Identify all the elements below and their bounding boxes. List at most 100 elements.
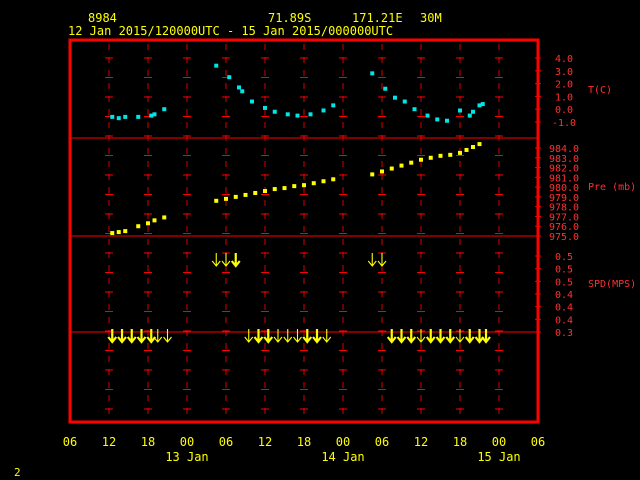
pressure-point <box>136 224 141 229</box>
pressure-point <box>110 231 115 236</box>
y-tick-label: 0.4 <box>555 315 573 326</box>
wind-axis-label: SPD(MPS) <box>588 279 636 290</box>
wind-arrow <box>481 329 491 344</box>
pressure-point <box>214 198 219 203</box>
pressure-point <box>292 184 297 189</box>
wind-arrow <box>244 329 254 343</box>
temperature-point <box>480 102 485 107</box>
time-tick-label: 06 <box>375 435 389 449</box>
temperature-point <box>227 75 232 80</box>
temperature-point <box>370 71 375 76</box>
temperature-point <box>272 109 277 114</box>
temperature-point <box>240 89 245 94</box>
pressure-point <box>389 166 394 171</box>
time-tick-label: 12 <box>102 435 116 449</box>
time-tick-label: 00 <box>492 435 506 449</box>
wind-arrow <box>283 329 293 343</box>
pressure-point <box>263 189 267 194</box>
pressure-point <box>233 194 238 199</box>
temperature-point <box>331 103 336 108</box>
pressure-point <box>448 152 453 157</box>
pressure-point <box>331 177 336 182</box>
time-tick-label: 12 <box>258 435 272 449</box>
time-tick-label: 06 <box>219 435 233 449</box>
y-tick-label: 0.0 <box>555 105 573 116</box>
grid-layer <box>70 44 541 418</box>
temperature-point <box>471 109 475 114</box>
temperature-point <box>237 85 241 90</box>
date-label: 13 Jan <box>165 450 208 464</box>
pressure-point <box>272 187 277 192</box>
latitude: 71.89S <box>268 11 311 25</box>
temperature-point <box>295 113 300 118</box>
longitude: 171.21E <box>352 11 403 25</box>
time-tick-label: 18 <box>453 435 467 449</box>
temperature-point <box>152 112 157 117</box>
wind-arrow <box>377 253 387 267</box>
y-tick-label: 3.0 <box>555 67 573 78</box>
pressure-point <box>224 196 228 201</box>
plot-canvas: 8984 71.89S 171.21E 30M 12 Jan 2015/1200… <box>14 11 636 479</box>
wind-arrow <box>367 253 377 267</box>
temperature-point <box>263 105 267 110</box>
date-label: 15 Jan <box>477 450 520 464</box>
wind-arrow <box>435 329 446 344</box>
y-tick-label: 2.0 <box>555 80 573 91</box>
wind-arrow <box>425 329 436 344</box>
time-tick-label: 00 <box>336 435 350 449</box>
temperature-point <box>285 112 290 117</box>
wind-arrow <box>117 329 127 344</box>
y-tick-label: 1.0 <box>555 92 573 103</box>
pressure-point <box>321 179 326 184</box>
time-tick-label: 06 <box>63 435 77 449</box>
wind-arrow <box>273 329 283 343</box>
pressure-point <box>458 150 462 155</box>
pressure-point <box>419 157 423 162</box>
y-tick-label: 0.5 <box>555 277 573 288</box>
y-tick-label: -1.0 <box>552 118 576 129</box>
sampling-interval: 30M <box>420 11 442 25</box>
temperature-point <box>162 107 167 112</box>
pressure-point <box>471 145 475 150</box>
pressure-point <box>253 190 258 195</box>
data-marks <box>107 63 491 344</box>
wind-arrow <box>386 329 397 344</box>
temperature-axis-label: T(C) <box>588 85 612 96</box>
temperature-point <box>458 108 462 113</box>
y-tick-label: 0.5 <box>555 265 573 276</box>
pressure-point <box>380 169 384 174</box>
station-id: 8984 <box>88 11 117 25</box>
wind-arrow <box>153 329 163 343</box>
wind-arrow <box>322 329 332 343</box>
temperature-point <box>214 63 219 68</box>
wind-arrow <box>221 253 231 267</box>
wind-arrow <box>312 329 322 344</box>
y-tick-label: 0.5 <box>555 252 573 263</box>
page-number: 2 <box>14 466 21 479</box>
temperature-point <box>383 86 388 91</box>
y-tick-label: 0.3 <box>555 328 573 339</box>
temperature-point <box>321 108 326 113</box>
time-tick-label: 00 <box>180 435 194 449</box>
temperature-point <box>123 114 128 119</box>
temperature-point <box>425 113 430 118</box>
pressure-point <box>302 183 306 188</box>
wind-arrow <box>126 329 137 344</box>
pressure-axis-label: Pre (mb) <box>588 182 636 193</box>
time-tick-label: 06 <box>531 435 545 449</box>
temperature-point <box>412 107 417 112</box>
date-label: 14 Jan <box>321 450 364 464</box>
wind-arrow <box>163 329 172 343</box>
pressure-point <box>162 215 167 220</box>
temperature-point <box>467 113 472 118</box>
pressure-point <box>282 186 287 191</box>
wind-arrow <box>406 329 417 344</box>
wind-arrow <box>211 253 221 267</box>
pressure-point <box>152 218 157 223</box>
pressure-point <box>428 155 433 160</box>
axis-labels: 06 12 18 00 06 12 18 00 06 12 18 00 06 13 Jan 14 Jan 15… <box>63 54 636 464</box>
wind-arrow <box>396 329 407 344</box>
y-tick-label: 0.4 <box>555 290 573 301</box>
temperature-point <box>136 114 141 119</box>
pressure-point <box>409 160 414 165</box>
